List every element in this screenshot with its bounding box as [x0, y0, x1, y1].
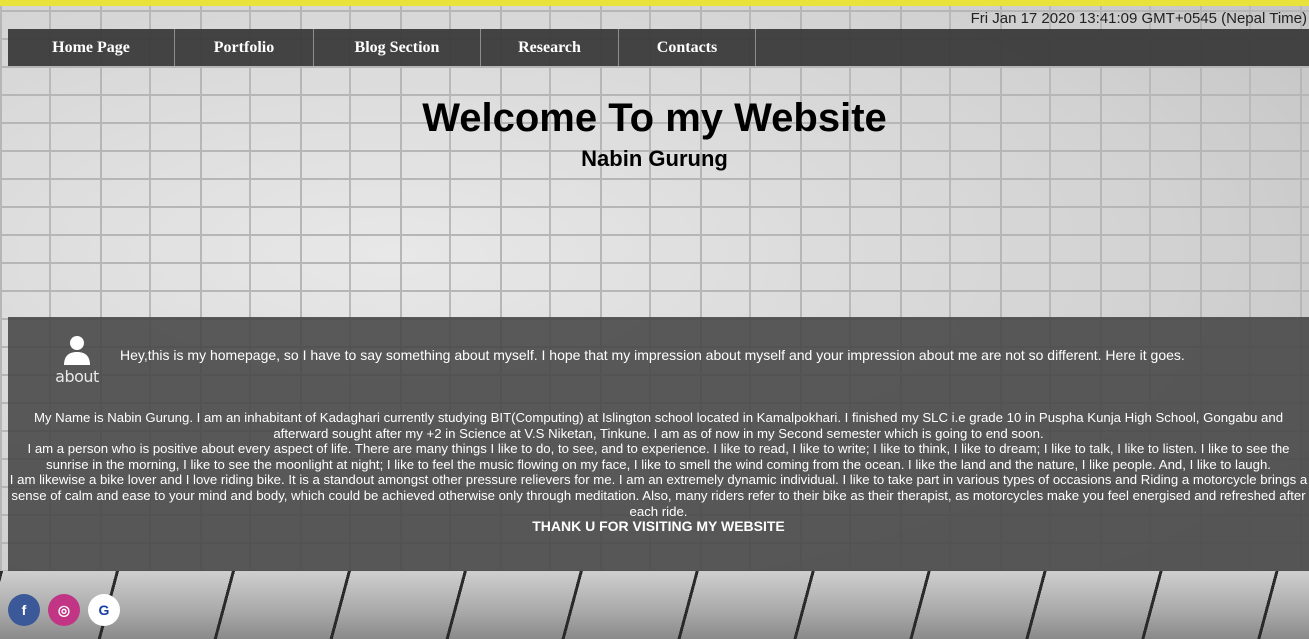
- main-navbar: Home Page Portfolio Blog Section Researc…: [8, 29, 1309, 66]
- bio-paragraph: My Name is Nabin Gurung. I am an inhabit…: [33, 410, 1284, 441]
- nav-research[interactable]: Research: [481, 29, 619, 66]
- about-intro: Hey,this is my homepage, so I have to sa…: [120, 347, 1185, 363]
- nav-home-page[interactable]: Home Page: [8, 29, 175, 66]
- facebook-icon[interactable]: f: [8, 594, 40, 626]
- about-icon-group: about: [52, 335, 102, 395]
- datetime-display: Fri Jan 17 2020 13:41:09 GMT+0545 (Nepal…: [970, 10, 1307, 27]
- nav-contacts[interactable]: Contacts: [619, 29, 756, 66]
- google-icon[interactable]: G: [88, 594, 120, 626]
- social-links: f ◎ G: [8, 594, 120, 626]
- wooden-floor-background: [0, 571, 1309, 639]
- nav-blog-section[interactable]: Blog Section: [314, 29, 481, 66]
- bio-paragraph: I am a person who is positive about ever…: [27, 441, 1290, 472]
- about-label: about: [55, 367, 99, 386]
- about-bio: My Name is Nabin Gurung. I am an inhabit…: [8, 410, 1309, 535]
- page-subtitle: Nabin Gurung: [581, 146, 728, 171]
- top-accent-stripe: [0, 0, 1309, 6]
- about-section: about Hey,this is my homepage, so I have…: [8, 317, 1309, 571]
- thanks-message: THANK U FOR VISITING MY WEBSITE: [532, 518, 785, 535]
- instagram-icon[interactable]: ◎: [48, 594, 80, 626]
- person-icon: [64, 336, 90, 365]
- page-title: Welcome To my Website: [422, 96, 887, 140]
- nav-portfolio[interactable]: Portfolio: [175, 29, 314, 66]
- bio-paragraph: I am likewise a bike lover and I love ri…: [9, 472, 1308, 519]
